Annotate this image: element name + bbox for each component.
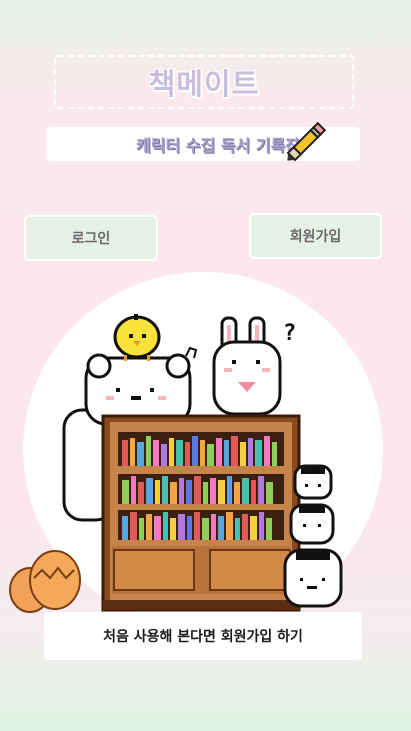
bunny-character: ? [212, 316, 296, 416]
svg-text:?: ? [283, 321, 296, 346]
egg-pair-illustration [9, 550, 81, 613]
signup-hint-link[interactable]: 처음 사용해 본다면 회원가입 하기 [44, 612, 362, 660]
bookshelf-illustration [101, 414, 301, 612]
chick-character [113, 314, 161, 361]
